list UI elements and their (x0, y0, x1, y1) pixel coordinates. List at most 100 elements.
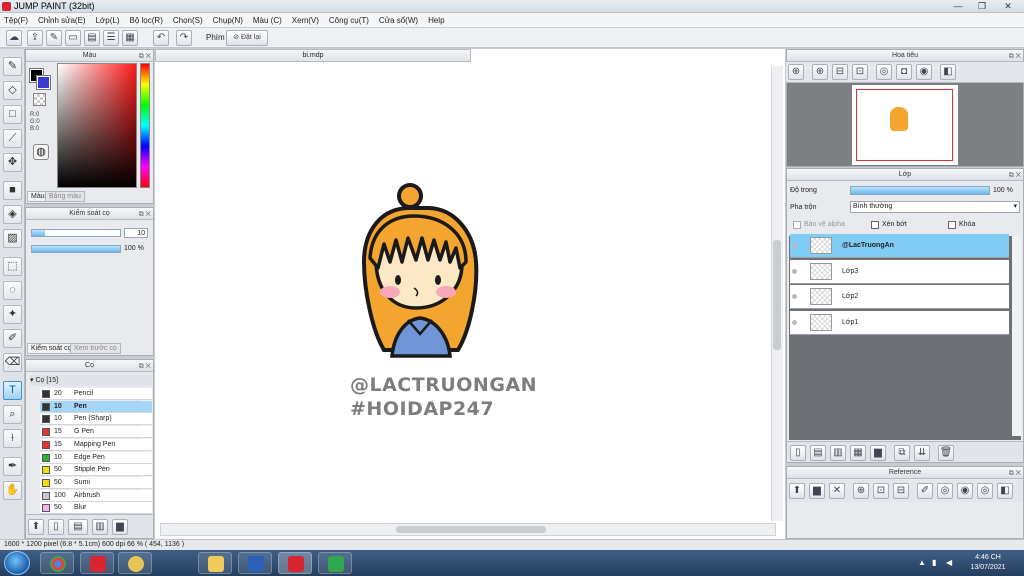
zoom-actual-icon[interactable]: ⊡ (852, 64, 868, 80)
taskbar-app[interactable] (80, 552, 114, 574)
panel-buttons-icon[interactable]: ⧉ ✕ (1009, 51, 1021, 62)
menu-tools[interactable]: Công cụ(T) (329, 13, 369, 27)
brush-page-icon[interactable]: ▥ (92, 519, 108, 535)
menu-window[interactable]: Cửa sổ(W) (379, 13, 418, 27)
layer-scrollbar[interactable] (1012, 236, 1021, 436)
menu-select[interactable]: Chọn(S) (173, 13, 203, 27)
ref-zoom-out-icon[interactable]: ⊟ (893, 483, 909, 499)
ref-zoom-in-icon[interactable]: ⊕ (853, 483, 869, 499)
brush-item[interactable]: 10 Pen (Sharp) (40, 413, 152, 426)
eye-icon[interactable] (792, 294, 797, 299)
menu-help[interactable]: Help (428, 13, 444, 27)
eye-icon[interactable] (792, 243, 797, 248)
select-rect-tool-icon[interactable]: ⬚ (3, 257, 22, 276)
share-icon[interactable]: ⇪ (27, 30, 43, 46)
reset-button[interactable]: ⊘ Đặt lại (226, 30, 268, 46)
eyedropper-tool-icon[interactable]: ⟊ (3, 429, 22, 448)
magic-wand-tool-icon[interactable]: ✦ (3, 305, 22, 324)
brush-item[interactable]: 50 Sumi (40, 476, 152, 489)
duplicate-layer-icon[interactable]: ⧉ (894, 445, 910, 461)
transparent-swatch[interactable] (33, 93, 46, 106)
brush-item[interactable]: 50 Blur (40, 502, 152, 515)
hue-slider[interactable] (140, 63, 150, 188)
panel-buttons-icon[interactable]: ⧉ ✕ (1009, 468, 1021, 479)
zoom-tool-icon[interactable]: ⌕ (3, 405, 22, 424)
ref-rotate-right-icon[interactable]: ◎ (977, 483, 993, 499)
brush-folder-icon[interactable]: ▆ (112, 519, 128, 535)
line-tool-icon[interactable]: ⟋ (3, 129, 22, 148)
rectangle-tool-icon[interactable]: □ (3, 105, 22, 124)
brush-item[interactable]: 50 Stipple Pen (40, 464, 152, 477)
ref-rotate-left-icon[interactable]: ◎ (937, 483, 953, 499)
ref-open-icon[interactable]: ⬆ (789, 483, 805, 499)
list-icon[interactable]: ☰ (103, 30, 119, 46)
palette-icon[interactable]: ◍ (33, 144, 49, 160)
tray-arrow-icon[interactable]: ▲ (918, 558, 926, 567)
ref-eyedropper-icon[interactable]: ✐ (917, 483, 933, 499)
layer-row[interactable]: @LacTruongAn (790, 234, 1009, 258)
taskbar-jumppaint[interactable] (278, 552, 312, 574)
menu-layer[interactable]: Lớp(L) (96, 13, 120, 27)
clipping-checkbox[interactable] (871, 221, 879, 229)
document-icon[interactable]: ▤ (84, 30, 100, 46)
taskbar-chrome[interactable] (40, 552, 74, 574)
flip-icon[interactable]: ◧ (940, 64, 956, 80)
brush-item[interactable]: 20 Pencil (40, 388, 152, 400)
fill-rect-tool-icon[interactable]: ■ (3, 181, 22, 200)
bucket-tool-icon[interactable]: ◈ (3, 205, 22, 224)
layer-opacity-slider[interactable] (850, 186, 990, 195)
select-eraser-tool-icon[interactable]: ⌫ (3, 353, 22, 372)
brush-size-value[interactable]: 10 (124, 228, 148, 238)
saturation-value-picker[interactable] (57, 63, 137, 188)
menu-color[interactable]: Màu (C) (253, 13, 282, 27)
taskbar-explorer[interactable] (198, 552, 232, 574)
layer-row[interactable]: Lớp1 (790, 310, 1009, 335)
brush-item[interactable]: 100 Airbrush (40, 489, 152, 502)
panel-buttons-icon[interactable]: ⧉ ✕ (139, 51, 151, 62)
maximize-button[interactable]: ❐ (972, 0, 992, 12)
ref-zoom-fit-icon[interactable]: ⊡ (873, 483, 889, 499)
brush-opacity-slider[interactable] (31, 245, 121, 253)
new-folder-icon[interactable]: ▆ (870, 445, 886, 461)
background-swatch[interactable] (36, 75, 51, 90)
navigator-viewport-frame[interactable] (856, 89, 953, 161)
rotate-right-icon[interactable]: ◉ (916, 64, 932, 80)
panel-buttons-icon[interactable]: ⧉ ✕ (139, 361, 151, 372)
comment-icon[interactable]: ✎ (46, 30, 62, 46)
ref-rotate-reset-icon[interactable]: ◉ (957, 483, 973, 499)
ref-flip-icon[interactable]: ◧ (997, 483, 1013, 499)
text-tool-icon[interactable]: T (3, 381, 22, 400)
panel-buttons-icon[interactable]: ⧉ ✕ (1009, 170, 1021, 181)
close-button[interactable]: ✕ (998, 0, 1018, 12)
lock-checkbox[interactable] (948, 221, 956, 229)
brush-item[interactable]: 15 G Pen (40, 426, 152, 439)
blend-mode-select[interactable]: Bình thường ▾ (850, 201, 1020, 213)
cloud-icon[interactable]: ☁ (6, 30, 22, 46)
hand-tool-icon[interactable]: ✋ (3, 481, 22, 500)
move-tool-icon[interactable]: ✥ (3, 153, 22, 172)
new-halftone-layer-icon[interactable]: ▥ (830, 445, 846, 461)
rotate-reset-icon[interactable]: ◘ (896, 64, 912, 80)
panel-buttons-icon[interactable]: ⧉ ✕ (139, 209, 151, 220)
network-icon[interactable]: ▮ (932, 558, 936, 567)
canvas-horizontal-thumb[interactable] (396, 526, 546, 533)
clock[interactable]: 4:46 CH 13/07/2021 (958, 553, 1018, 573)
taskbar-paint[interactable] (118, 552, 152, 574)
protect-alpha-checkbox[interactable] (793, 221, 801, 229)
menu-snap[interactable]: Chụp(N) (213, 13, 243, 27)
ref-close-icon[interactable]: ✕ (829, 483, 845, 499)
tab-brush-preview[interactable]: Xem trước cọ (70, 343, 121, 354)
select-pen-tool-icon[interactable]: ✐ (3, 329, 22, 348)
gradient-tool-icon[interactable]: ▨ (3, 229, 22, 248)
ref-folder-icon[interactable]: ▆ (809, 483, 825, 499)
brush-item[interactable]: 10 Pen (40, 400, 152, 413)
grid-icon[interactable]: ▦ (122, 30, 138, 46)
canvas-vertical-thumb[interactable] (773, 240, 781, 350)
layer-row[interactable]: Lớp3 (790, 259, 1009, 284)
document-tab[interactable]: bi.mdp (155, 49, 471, 62)
eye-icon[interactable] (792, 268, 797, 274)
rotate-left-icon[interactable]: ◎ (876, 64, 892, 80)
zoom-out-icon[interactable]: ⊟ (832, 64, 848, 80)
new-screentone-layer-icon[interactable]: ▦ (850, 445, 866, 461)
brush-size-slider[interactable] (31, 229, 121, 237)
